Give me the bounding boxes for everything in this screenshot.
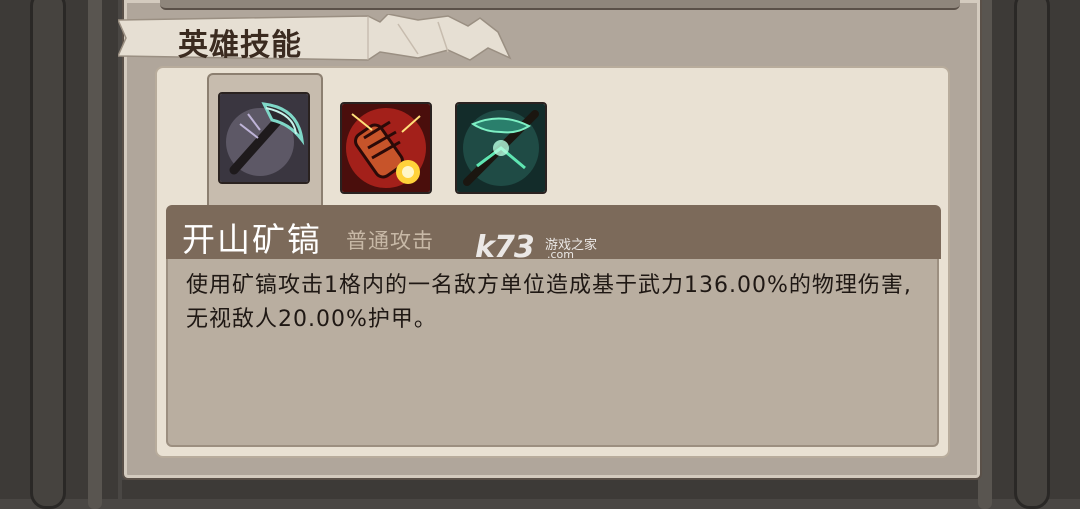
left-frame (0, 0, 118, 509)
skill-description: 使用矿镐攻击1格内的一名敌方单位造成基于武力136.00%的物理伤害,无视敌人2… (186, 273, 912, 332)
skill-type: 普通攻击 (346, 229, 434, 253)
section-ribbon: 英雄技能 (118, 14, 513, 63)
bottom-strip (122, 480, 978, 499)
explosive-fist-skill-icon[interactable] (340, 102, 432, 194)
watermark-domain: .com (547, 248, 574, 261)
watermark: k73 游戏之家 .com (475, 230, 597, 265)
pickaxe-skill-icon[interactable] (218, 92, 310, 184)
section-title: 英雄技能 (178, 28, 302, 63)
skill-description-box: 使用矿镐攻击1格内的一名敌方单位造成基于武力136.00%的物理伤害,无视敌人2… (166, 259, 939, 447)
watermark-logo: k73 (475, 230, 535, 265)
green-crossbow-skill-icon[interactable] (455, 102, 547, 194)
top-strip (160, 0, 960, 10)
skill-name: 开山矿镐 (182, 220, 322, 259)
